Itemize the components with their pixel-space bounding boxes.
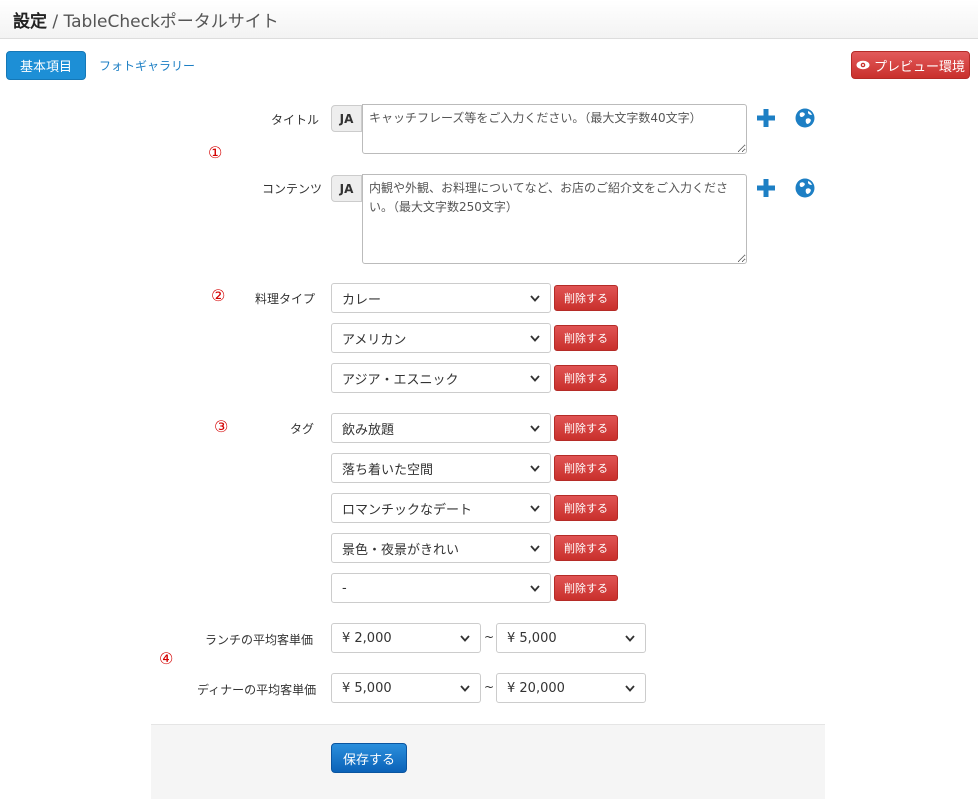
title-textarea[interactable] [362,104,747,154]
dinner-max-value: ¥ 20,000 [507,680,565,696]
cuisine-select[interactable]: アジア・エスニック [331,363,551,393]
tag-select[interactable]: ロマンチックなデート [331,493,551,523]
form-footer [151,724,825,799]
chevron-down-icon [530,334,540,342]
tag-value: 景色・夜景がきれい [342,542,460,558]
cuisine-select[interactable]: アメリカン [331,323,551,353]
delete-button[interactable]: 削除する [554,455,618,481]
cuisine-value: アジア・エスニック [342,372,459,388]
preview-button[interactable]: プレビュー環境 [851,51,970,79]
tag-select[interactable]: - [331,573,551,603]
delete-button[interactable]: 削除する [554,365,618,391]
lunch-min-value: ¥ 2,000 [342,630,392,646]
tag-value: 落ち着いた空間 [342,462,434,478]
save-button[interactable]: 保存する [331,743,407,773]
dinner-label: ディナーの平均客単価 [197,683,317,697]
title-page: TableCheckポータルサイト [63,12,279,32]
cuisine-value: カレー [342,292,382,308]
range-separator: ~ [484,630,495,644]
plus-icon[interactable] [756,108,776,128]
dinner-min-select[interactable]: ¥ 5,000 [331,673,481,703]
plus-icon[interactable] [756,178,776,198]
delete-button[interactable]: 削除する [554,285,618,311]
cuisine-select[interactable]: カレー [331,283,551,313]
chevron-down-icon [625,634,635,642]
chevron-down-icon [530,544,540,552]
tab-basic[interactable]: 基本項目 [6,51,86,80]
delete-button[interactable]: 削除する [554,495,618,521]
tag-value: 飲み放題 [342,422,395,438]
lunch-min-select[interactable]: ¥ 2,000 [331,623,481,653]
marker-3: ③ [214,417,229,436]
title-label: タイトル [271,113,320,127]
chevron-down-icon [625,684,635,692]
tag-select[interactable]: 景色・夜景がきれい [331,533,551,563]
dinner-min-value: ¥ 5,000 [342,680,392,696]
title-separator: / [47,12,64,32]
tags-label: タグ [290,422,315,436]
dinner-max-select[interactable]: ¥ 20,000 [496,673,646,703]
eye-icon [856,60,870,70]
delete-button[interactable]: 削除する [554,575,618,601]
chevron-down-icon [460,684,470,692]
chevron-down-icon [460,634,470,642]
title-lang-addon: JA [331,105,362,132]
delete-button[interactable]: 削除する [554,325,618,351]
chevron-down-icon [530,584,540,592]
lunch-max-value: ¥ 5,000 [507,630,557,646]
tag-value: - [342,580,347,596]
range-separator: ~ [484,680,495,694]
marker-2: ② [211,286,226,305]
chevron-down-icon [530,424,540,432]
content-label: コンテンツ [262,182,323,196]
tag-select[interactable]: 落ち着いた空間 [331,453,551,483]
tag-select[interactable]: 飲み放題 [331,413,551,443]
chevron-down-icon [530,374,540,382]
title-section: 設定 [13,12,47,32]
chevron-down-icon [530,464,540,472]
globe-icon[interactable] [795,178,815,198]
tab-gallery[interactable]: フォトギャラリー [99,57,195,74]
globe-icon[interactable] [795,108,815,128]
cuisine-label: 料理タイプ [255,292,316,306]
lunch-max-select[interactable]: ¥ 5,000 [496,623,646,653]
delete-button[interactable]: 削除する [554,535,618,561]
chevron-down-icon [530,504,540,512]
content-textarea[interactable] [362,174,747,264]
marker-4: ④ [159,649,174,668]
page-header: 設定 / TableCheckポータルサイト [0,0,978,39]
delete-button[interactable]: 削除する [554,415,618,441]
page-title: 設定 / TableCheckポータルサイト [13,7,279,32]
marker-1: ① [208,143,223,162]
lunch-label: ランチの平均客単価 [205,633,314,647]
preview-label: プレビュー環境 [873,59,965,75]
tag-value: ロマンチックなデート [342,502,473,518]
cuisine-value: アメリカン [342,332,407,348]
chevron-down-icon [530,294,540,302]
content-lang-addon: JA [331,175,362,202]
